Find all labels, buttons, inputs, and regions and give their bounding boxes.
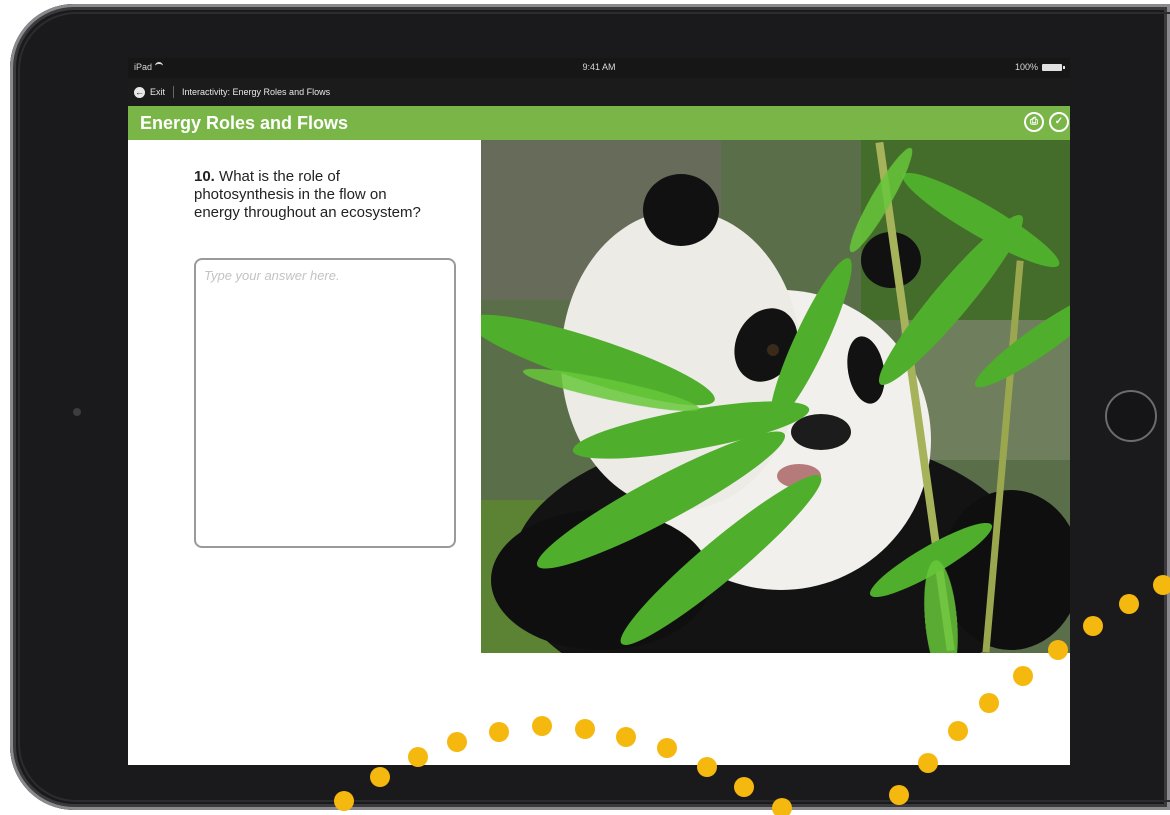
status-bar: iPad 9:41 AM 100%: [128, 58, 1070, 78]
screen: iPad 9:41 AM 100% ← Exit Interactivity: …: [128, 58, 1070, 765]
question-number: 10.: [194, 168, 215, 185]
battery-percent: 100%: [1014, 62, 1038, 72]
front-camera: [73, 408, 81, 416]
question: 10. What is the role of photosynthesis i…: [194, 168, 424, 222]
check-icon[interactable]: ✓: [1049, 112, 1069, 132]
breadcrumb: Interactivity: Energy Roles and Flows: [182, 87, 331, 97]
answer-placeholder: Type your answer here.: [204, 268, 340, 283]
exit-label: Exit: [150, 87, 166, 97]
home-button[interactable]: [1105, 390, 1157, 442]
clock: 9:41 AM: [582, 62, 616, 72]
page-title: Energy Roles and Flows: [140, 113, 349, 133]
battery-status: 100%: [1014, 62, 1065, 72]
exit-button[interactable]: ← Exit: [128, 86, 166, 98]
question-text: What is the role of photosynthesis in th…: [194, 168, 421, 221]
battery-icon: [1042, 63, 1065, 71]
print-icon[interactable]: ⎙: [1024, 112, 1044, 132]
title-bar: Energy Roles and Flows ⎙ ✓: [128, 106, 1070, 140]
back-arrow-icon: ←: [134, 86, 145, 98]
panda-photo: [481, 140, 1070, 653]
nav-bar: ← Exit Interactivity: Energy Roles and F…: [128, 78, 1070, 106]
answer-field[interactable]: Type your answer here.: [194, 258, 456, 548]
panda-eating-bamboo-image: [481, 140, 1070, 653]
nav-divider: [173, 86, 175, 98]
